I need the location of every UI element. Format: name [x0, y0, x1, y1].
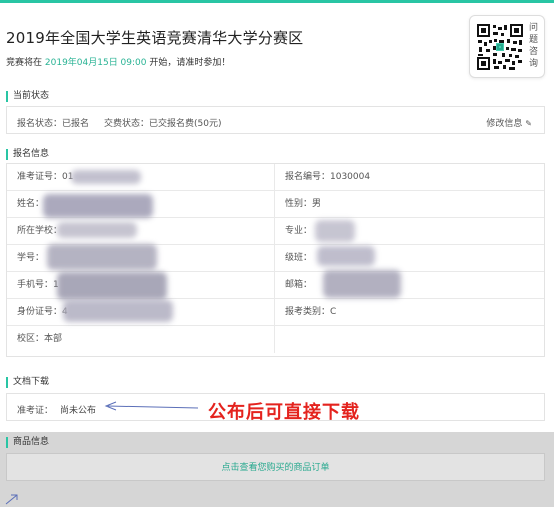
edit-info-label: 修改信息 — [486, 119, 523, 129]
page-title: 2019年全国大学生英语竞赛清华大学分赛区 — [6, 29, 304, 47]
top-accent-bar — [0, 0, 554, 3]
name-label: 姓名： — [17, 199, 45, 209]
campus: 校区：本部 — [17, 334, 63, 344]
table-cell: 校区：本部 — [7, 326, 275, 353]
major-label: 专业： — [285, 226, 313, 236]
annotation-text: 公布后可直接下载 — [208, 402, 360, 423]
table-cell: 准考证号：01 — [7, 164, 275, 191]
payment-status: 交费状态：已交报名费(50元) — [104, 119, 222, 129]
class-label: 级班： — [285, 253, 313, 263]
view-orders-button[interactable]: 点击查看您购买的商品订单 — [6, 453, 545, 481]
section-heading-status: 当前状态 — [6, 91, 49, 102]
exam-id-label: 准考证号：01 — [17, 172, 74, 182]
email-label: 邮箱： — [285, 280, 313, 290]
table-cell: 级班： — [275, 245, 544, 272]
redaction-blur — [323, 270, 401, 298]
admission-ticket-label: 准考证： — [17, 406, 54, 416]
qr-consult-card[interactable]: 问题咨询 — [469, 15, 545, 78]
registration-info-table: 准考证号：01 报名编号：1030004 姓名： 性别：男 所在学校： 专业： … — [6, 163, 545, 357]
redaction-blur — [315, 220, 355, 242]
corner-arrow-icon — [5, 494, 18, 505]
table-cell — [275, 326, 544, 353]
redaction-blur — [71, 170, 141, 184]
id-card-label: 身份证号：4 — [17, 307, 68, 317]
table-cell: 报考类别：C — [275, 299, 544, 326]
gender: 性别：男 — [285, 199, 322, 209]
redaction-blur — [63, 300, 173, 322]
start-notice-suffix: 开始，请准时参加！ — [149, 58, 231, 68]
redaction-blur — [57, 272, 167, 300]
redaction-blur — [57, 222, 137, 238]
start-notice-prefix: 竞赛将在 — [6, 58, 43, 68]
registration-status: 报名状态：已报名 — [17, 119, 90, 129]
section-heading-registration: 报名信息 — [6, 149, 49, 160]
table-cell: 报名编号：1030004 — [275, 164, 544, 191]
pencil-icon: ✎ — [525, 119, 532, 128]
school-label: 所在学校： — [17, 226, 63, 236]
start-notice: 竞赛将在 2019年04月15日 09:00 开始，请准时参加！ — [6, 55, 230, 68]
status-panel: 报名状态：已报名 交费状态：已交报名费(50元) 修改信息 ✎ — [6, 106, 545, 134]
registration-number: 报名编号：1030004 — [285, 172, 371, 182]
section-heading-goods: 商品信息 — [6, 437, 49, 448]
student-id-label: 学号： — [17, 253, 45, 263]
redaction-blur — [43, 194, 153, 218]
qr-label: 问题咨询 — [529, 23, 539, 69]
admission-ticket-status: 尚未公布 — [60, 406, 97, 416]
start-date: 2019年04月15日 09:00 — [44, 58, 147, 68]
qr-code-icon — [476, 23, 524, 71]
table-cell: 所在学校： — [7, 218, 275, 245]
phone-label: 手机号：1 — [17, 280, 59, 290]
section-heading-documents: 文档下载 — [6, 377, 49, 388]
redaction-blur — [47, 244, 157, 270]
redaction-blur — [317, 246, 375, 266]
edit-info-button[interactable]: 修改信息 ✎ — [486, 116, 532, 129]
table-cell: 性别：男 — [275, 191, 544, 218]
exam-category: 报考类别：C — [285, 307, 337, 317]
table-cell: 邮箱： — [275, 272, 544, 299]
